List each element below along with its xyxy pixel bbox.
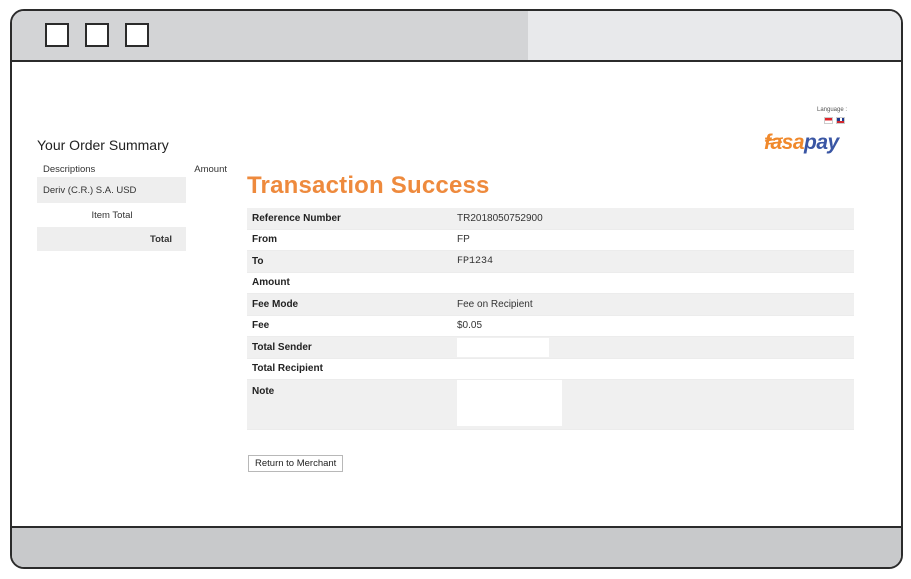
order-summary: Your Order Summary Descriptions Amount D… xyxy=(37,137,227,251)
row-label: To xyxy=(252,255,264,267)
title-bar xyxy=(12,11,901,62)
item-amount xyxy=(186,177,227,203)
page-content: Your Order Summary Descriptions Amount D… xyxy=(12,62,901,528)
language-label: Language : xyxy=(817,107,848,113)
row-label: Amount xyxy=(252,277,290,289)
uk-flag-icon[interactable] xyxy=(836,117,845,124)
address-area xyxy=(528,11,901,60)
row-label: Reference Number xyxy=(252,212,341,224)
total-recipient-value xyxy=(457,359,854,380)
table-row: Amount xyxy=(247,273,854,294)
logo-part-fasa: fasa xyxy=(764,131,805,154)
window-button-3[interactable] xyxy=(125,23,149,47)
total-label: Total xyxy=(150,233,172,245)
language-flags xyxy=(824,117,845,124)
table-row: Total Recipient xyxy=(247,359,854,380)
bottom-bar xyxy=(12,526,901,567)
row-label: Note xyxy=(252,386,275,397)
table-row: Total Sender xyxy=(247,337,854,359)
total-sender-blank xyxy=(457,337,549,357)
window-button-1[interactable] xyxy=(45,23,69,47)
note-blank xyxy=(457,380,562,426)
item-total-row: Item Total xyxy=(37,203,227,227)
amount-header: Amount xyxy=(194,163,227,175)
order-summary-title: Your Order Summary xyxy=(37,137,169,153)
table-row: Note xyxy=(247,380,854,430)
table-row: Reference Number TR2018050752900 xyxy=(247,208,854,230)
row-label: Fee Mode xyxy=(252,298,299,310)
summary-header-row: Descriptions Amount xyxy=(37,161,227,177)
row-label: Fee xyxy=(252,320,270,332)
transaction-details-table: Reference Number TR2018050752900 From FP… xyxy=(247,208,854,430)
table-row: Fee $0.05 xyxy=(247,316,854,337)
table-row: From FP xyxy=(247,230,854,251)
item-total-label: Item Total xyxy=(91,209,133,221)
note-value xyxy=(457,380,854,426)
to-value: FP1234 xyxy=(457,255,494,267)
row-label: Total Sender xyxy=(252,341,312,353)
row-label: Total Recipient xyxy=(252,363,323,375)
total-amount xyxy=(186,227,227,251)
transaction-title: Transaction Success xyxy=(247,172,490,199)
indonesia-flag-icon[interactable] xyxy=(824,117,833,124)
reference-number-value: TR2018050752900 xyxy=(457,212,543,224)
fee-value: $0.05 xyxy=(457,320,483,332)
amount-value xyxy=(457,273,854,294)
fasapay-logo: fasapay xyxy=(764,131,839,155)
table-row: Fee Mode Fee on Recipient xyxy=(247,294,854,316)
browser-window: Your Order Summary Descriptions Amount D… xyxy=(10,9,903,569)
row-label: From xyxy=(252,234,277,246)
summary-item-row: Deriv (C.R.) S.A. USD xyxy=(37,177,227,203)
descriptions-header: Descriptions xyxy=(43,163,96,175)
table-row: To FP1234 xyxy=(247,251,854,273)
total-row: Total xyxy=(37,227,227,251)
return-to-merchant-button[interactable]: Return to Merchant xyxy=(248,455,344,472)
fee-mode-value: Fee on Recipient xyxy=(457,298,533,310)
item-description: Deriv (C.R.) S.A. USD xyxy=(43,184,137,196)
logo-part-pay: pay xyxy=(804,131,839,154)
window-button-2[interactable] xyxy=(85,23,109,47)
from-value: FP xyxy=(457,234,470,246)
total-sender-value xyxy=(457,337,854,358)
